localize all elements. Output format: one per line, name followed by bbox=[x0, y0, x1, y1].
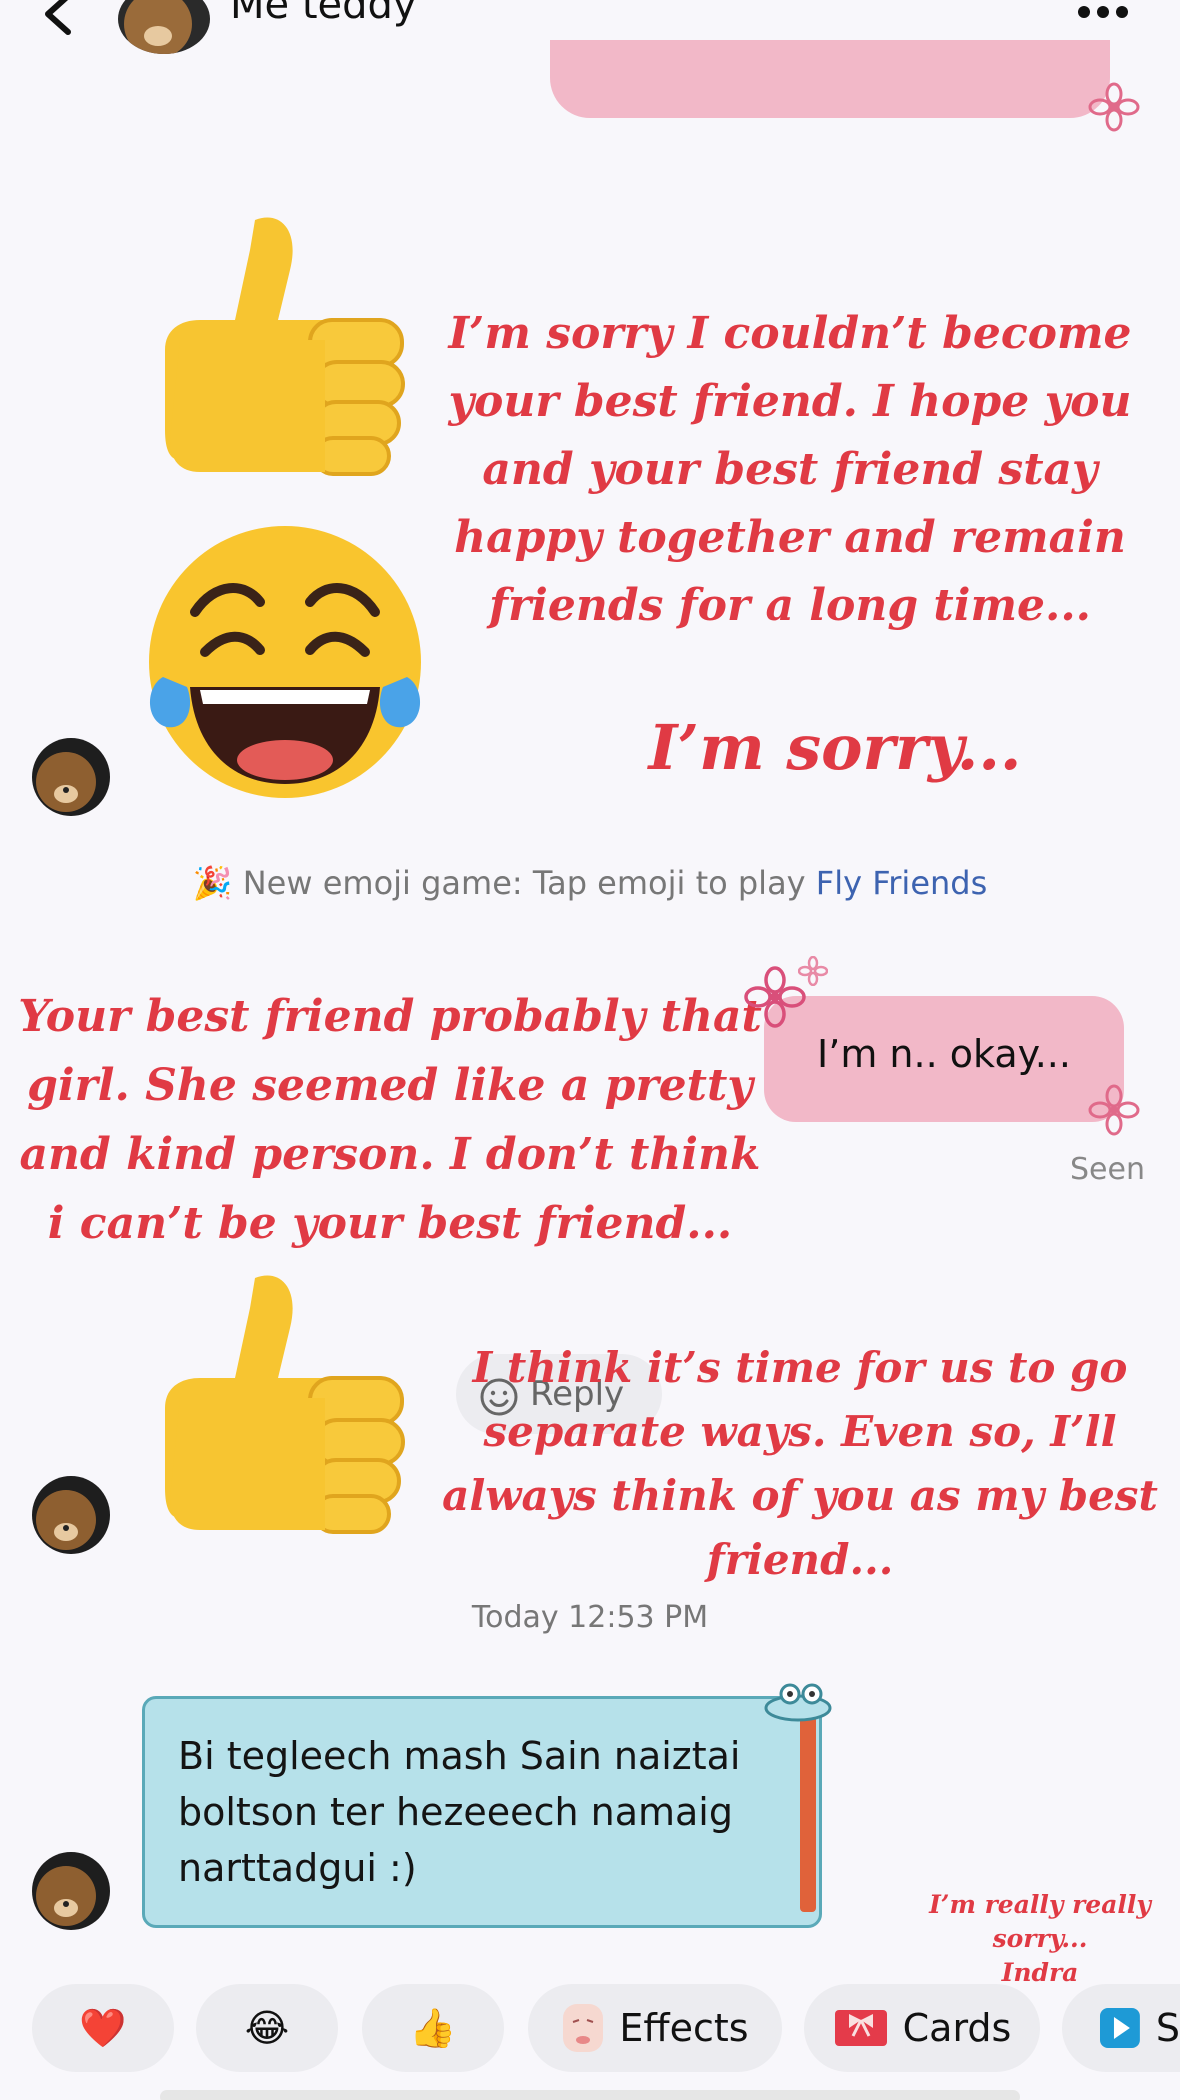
thumbs-up-emoji-icon[interactable] bbox=[160, 210, 410, 480]
thumbs-up-emoji-icon[interactable] bbox=[160, 1268, 410, 1538]
contact-avatar[interactable] bbox=[32, 738, 110, 816]
chat-title[interactable]: Me teddy bbox=[230, 0, 417, 28]
emoji-game-notice: 🎉 New emoji game: Tap emoji to play Fly … bbox=[0, 864, 1180, 902]
small-flower-icon bbox=[798, 956, 828, 986]
party-popper-icon: 🎉 bbox=[192, 864, 243, 902]
laugh-reaction-button[interactable]: 😂 bbox=[196, 1984, 338, 2072]
signature-text: I’m really really sorry... Indra bbox=[880, 1888, 1180, 1990]
header-avatar[interactable] bbox=[118, 0, 210, 54]
heart-icon: ❤️ bbox=[79, 2005, 127, 2050]
more-features-button[interactable]: S bbox=[1062, 1984, 1180, 2072]
card-stripe bbox=[800, 1712, 816, 1912]
timestamp: Today 12:53 PM bbox=[471, 1600, 709, 1635]
previous-message-bubble[interactable] bbox=[550, 40, 1110, 118]
gift-card-icon bbox=[834, 2010, 887, 2046]
cards-label: Cards bbox=[902, 2006, 1012, 2050]
separate-ways-sticker-text[interactable]: I think it’s time for us to go separate … bbox=[440, 1336, 1160, 1592]
play-icon bbox=[1099, 2008, 1140, 2048]
fly-friends-link[interactable]: Fly Friends bbox=[816, 864, 987, 902]
effects-button[interactable]: Effects bbox=[528, 1984, 782, 2072]
flower-decoration-icon bbox=[1088, 1084, 1140, 1136]
emoji-game-notice-text: New emoji game: Tap emoji to play bbox=[242, 864, 816, 902]
frog-decoration-icon bbox=[764, 1683, 832, 1722]
flower-decoration-icon bbox=[1088, 82, 1140, 132]
thumbs-up-reaction-button[interactable]: 👍 bbox=[362, 1984, 504, 2072]
seen-status: Seen bbox=[1070, 1152, 1145, 1187]
laughing-crying-emoji-icon[interactable] bbox=[145, 522, 425, 802]
apology-sticker-text[interactable]: I’m sorry I couldn’t become your best fr… bbox=[410, 300, 1170, 640]
back-arrow-icon[interactable] bbox=[38, 0, 78, 42]
signature-line-sorry: I’m really really sorry... bbox=[929, 1890, 1151, 1953]
laughing-emoji-icon: 😂 bbox=[244, 2006, 290, 2050]
cards-button[interactable]: Cards bbox=[804, 1984, 1040, 2072]
heart-reaction-button[interactable]: ❤️ bbox=[32, 1984, 174, 2072]
card-message-text: Bi tegleech mash Sain naiztai boltson te… bbox=[178, 1734, 741, 1890]
my-message-text: I’m n.. okay... bbox=[817, 1032, 1071, 1076]
best-friend-sticker-text[interactable]: Your best friend probably that girl. She… bbox=[10, 982, 770, 1258]
contact-avatar[interactable] bbox=[32, 1476, 110, 1554]
contact-avatar[interactable] bbox=[32, 1852, 110, 1930]
effects-face-icon bbox=[563, 2004, 604, 2052]
more-options-icon[interactable] bbox=[1076, 2, 1130, 22]
sorry-sticker-text[interactable]: I’m sorry... bbox=[640, 708, 1030, 788]
more-features-label: S bbox=[1155, 2006, 1180, 2050]
effects-label: Effects bbox=[619, 2006, 749, 2050]
home-indicator bbox=[160, 2090, 1020, 2100]
thumbs-up-icon: 👍 bbox=[409, 2005, 457, 2050]
